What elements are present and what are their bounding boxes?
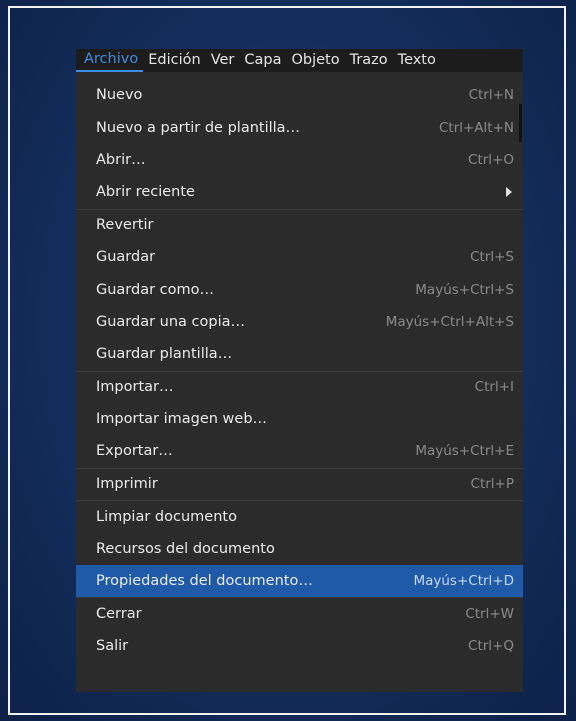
menu-item-label: Abrir reciente [96, 184, 195, 201]
menu-item-shortcut: Ctrl+P [470, 476, 514, 493]
menu-item-shortcut: Ctrl+I [474, 379, 514, 396]
menu-item-abrir[interactable]: Abrir… Ctrl+O [76, 144, 523, 176]
menu-item-cerrar[interactable]: Cerrar Ctrl+W [76, 597, 523, 629]
menubar-trazo[interactable]: Trazo [345, 49, 393, 72]
menubar-archivo[interactable]: Archivo [76, 49, 144, 72]
menu-item-guardar-una-copia[interactable]: Guardar una copia… Mayús+Ctrl+Alt+S [76, 306, 523, 338]
menu-item-nuevo[interactable]: Nuevo Ctrl+N [76, 79, 523, 111]
menu-item-label: Recursos del documento [96, 540, 275, 557]
menu-item-shortcut: Mayús+Ctrl+Alt+S [385, 313, 514, 330]
menu-item-label: Revertir [96, 217, 154, 234]
menu-item-shortcut: Ctrl+O [468, 151, 514, 168]
menu-item-importar-imagen-web[interactable]: Importar imagen web… [76, 403, 523, 435]
menu-item-shortcut: Ctrl+S [470, 249, 514, 266]
menu-item-exportar[interactable]: Exportar… Mayús+Ctrl+E [76, 435, 523, 467]
menu-item-shortcut: Mayús+Ctrl+E [415, 443, 514, 460]
menu-item-label: Importar imagen web… [96, 411, 268, 428]
menu-item-shortcut: Ctrl+W [465, 605, 514, 622]
menu-item-label: Guardar plantilla… [96, 346, 233, 363]
menu-item-label: Guardar una copia… [96, 313, 246, 330]
menu-item-label: Guardar como… [96, 281, 215, 298]
menubar-ver[interactable]: Ver [206, 49, 240, 72]
menu-item-recursos-del-documento[interactable]: Recursos del documento [76, 532, 523, 564]
menu-item-shortcut: Mayús+Ctrl+D [413, 573, 514, 590]
menu-item-importar[interactable]: Importar… Ctrl+I [76, 370, 523, 403]
menu-item-propiedades-del-documento[interactable]: Propiedades del documento… Mayús+Ctrl+D [76, 564, 523, 598]
menu-item-label: Nuevo [96, 87, 143, 104]
menu-item-revertir[interactable]: Revertir [76, 208, 523, 241]
menu-item-nuevo-a-partir-de-plantilla[interactable]: Nuevo a partir de plantilla… Ctrl+Alt+N [76, 111, 523, 143]
menu-item-label: Propiedades del documento… [96, 573, 313, 590]
menu-item-shortcut: Ctrl+N [468, 87, 514, 104]
menu-item-label: Importar… [96, 379, 174, 396]
menu-item-guardar[interactable]: Guardar Ctrl+S [76, 241, 523, 273]
menubar-edicion[interactable]: Edición [143, 49, 205, 72]
menu-item-label: Abrir… [96, 151, 146, 168]
file-menu: Archivo Edición Ver Capa Objeto Trazo Te… [76, 49, 523, 692]
menu-item-label: Salir [96, 637, 129, 654]
menubar-objeto[interactable]: Objeto [286, 49, 344, 72]
menubar-texto[interactable]: Texto [393, 49, 441, 72]
menu-item-label: Exportar… [96, 443, 173, 460]
menu-item-shortcut: Ctrl+Q [468, 637, 514, 654]
menu-item-label: Cerrar [96, 605, 142, 622]
menu-item-label: Imprimir [96, 476, 158, 493]
menubar-capa[interactable]: Capa [239, 49, 286, 72]
menu-item-salir[interactable]: Salir Ctrl+Q [76, 630, 523, 662]
menu-item-guardar-como[interactable]: Guardar como… Mayús+Ctrl+S [76, 273, 523, 305]
menu-item-label: Limpiar documento [96, 508, 237, 525]
menu-item-abrir-reciente[interactable]: Abrir reciente [76, 176, 523, 208]
menu-items: Nuevo Ctrl+N Nuevo a partir de plantilla… C… [76, 79, 523, 662]
menubar: Archivo Edición Ver Capa Objeto Trazo Te… [76, 49, 523, 72]
submenu-arrow-icon [506, 187, 512, 198]
menu-item-shortcut: Mayús+Ctrl+S [415, 281, 514, 298]
menu-item-label: Guardar [96, 249, 156, 266]
menu-item-label: Nuevo a partir de plantilla… [96, 119, 301, 136]
menu-item-shortcut: Ctrl+Alt+N [438, 119, 514, 136]
menu-item-guardar-plantilla[interactable]: Guardar plantilla… [76, 338, 523, 370]
menu-item-limpiar-documento[interactable]: Limpiar documento [76, 500, 523, 532]
menu-item-imprimir[interactable]: Imprimir Ctrl+P [76, 467, 523, 500]
